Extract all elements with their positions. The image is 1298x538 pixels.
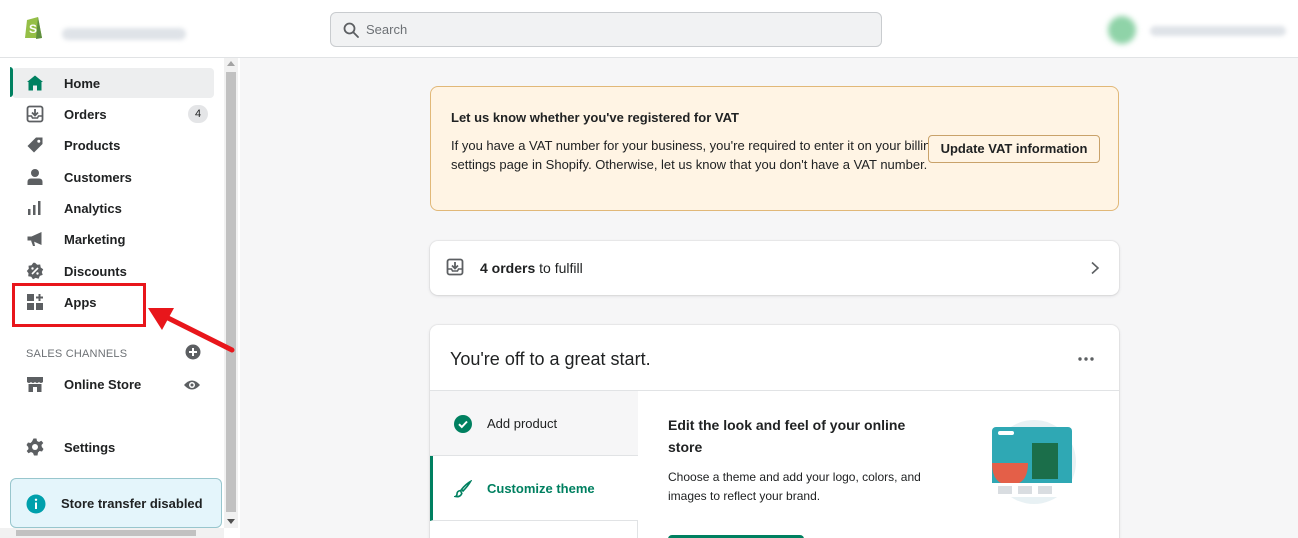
top-bar: S Search [0,0,1298,58]
svg-text:S: S [29,22,37,36]
sidebar-horizontal-scrollbar[interactable] [0,528,224,538]
discount-icon [26,262,44,280]
sales-channels-heading: SALES CHANNELS [26,348,128,360]
chevron-right-icon [1091,261,1100,275]
shopify-logo-icon[interactable]: S [24,14,44,40]
red-arrow-icon [148,308,235,353]
sidebar-item-orders[interactable]: Orders 4 [12,99,214,129]
person-icon [27,169,43,185]
store-transfer-banner: Store transfer disabled [10,478,222,528]
sidebar-item-settings[interactable]: Settings [12,432,214,462]
search-placeholder: Search [366,22,408,37]
megaphone-icon [27,232,42,246]
setup-steps-list: Add product Customize theme [430,391,638,538]
scrollbar-thumb[interactable] [226,72,236,512]
info-icon [26,494,46,514]
step-label: Add product [487,416,558,431]
eye-icon[interactable] [183,378,201,392]
gear-icon [26,438,44,456]
horizontal-scrollbar-thumb[interactable] [16,530,196,536]
step-add-product[interactable]: Add product [430,391,638,456]
sidebar-item-label: Settings [64,440,116,455]
sidebar-item-label: Customers [64,170,132,185]
avatar [1108,16,1136,44]
step-detail-text: Choose a theme and add your logo, colors… [668,470,921,503]
vat-banner: Let us know whether you've registered fo… [430,86,1119,211]
sidebar-item-analytics[interactable]: Analytics [12,193,214,223]
orders-icon [26,105,44,123]
theme-illustration-icon [992,420,1076,504]
vat-banner-text: If you have a VAT number for your busine… [451,138,938,172]
sidebar-item-label: Home [64,76,101,91]
bar-chart-icon [28,201,41,215]
sidebar-item-customers[interactable]: Customers [12,162,214,192]
scroll-down-icon[interactable] [227,519,235,524]
tag-icon [27,137,43,153]
sidebar-item-label: Discounts [64,264,127,279]
orders-to-fulfill-text: 4 orders to fulfill [480,260,583,276]
orders-icon [446,258,464,276]
orders-count-badge: 4 [188,105,208,123]
active-nav-indicator [10,67,13,97]
more-actions-icon[interactable] [1078,357,1094,361]
orders-count: 4 orders [480,260,536,276]
sidebar-item-discounts[interactable]: Discounts [12,256,214,286]
sidebar-item-label: Analytics [64,201,122,216]
sidebar-item-home[interactable]: Home [12,68,214,98]
orders-to-fulfill-card[interactable]: 4 orders to fulfill [430,241,1119,295]
sidebar-scrollbar[interactable] [224,58,238,528]
check-circle-icon [454,415,472,433]
setup-guide-card: You're off to a great start. Add product… [430,325,1119,538]
update-vat-button[interactable]: Update VAT information [928,135,1100,163]
search-icon [343,22,359,38]
brush-icon [454,480,472,498]
apps-highlight-box [12,283,146,327]
orders-suffix: to fulfill [535,260,583,276]
store-icon [27,377,43,392]
user-name [1150,26,1286,36]
step-detail-title: Edit the look and feel of your online st… [668,417,906,455]
sidebar-item-label: Orders [64,107,107,122]
user-menu[interactable] [1100,14,1290,46]
store-name[interactable] [62,28,186,40]
sidebar-item-marketing[interactable]: Marketing [12,224,214,254]
sidebar-item-products[interactable]: Products [12,130,214,160]
vat-banner-title: Let us know whether you've registered fo… [451,110,739,125]
step-label: Customize theme [487,481,595,496]
setup-guide-title: You're off to a great start. [450,349,651,369]
sidebar-item-label: Products [64,138,121,153]
store-transfer-text: Store transfer disabled [61,496,203,511]
home-icon [27,75,43,91]
sidebar-item-label: Marketing [64,232,126,247]
scroll-up-icon[interactable] [227,61,235,66]
search-input[interactable]: Search [330,12,882,47]
step-customize-theme[interactable]: Customize theme [430,456,638,521]
sidebar-item-label: Online Store [64,377,142,392]
